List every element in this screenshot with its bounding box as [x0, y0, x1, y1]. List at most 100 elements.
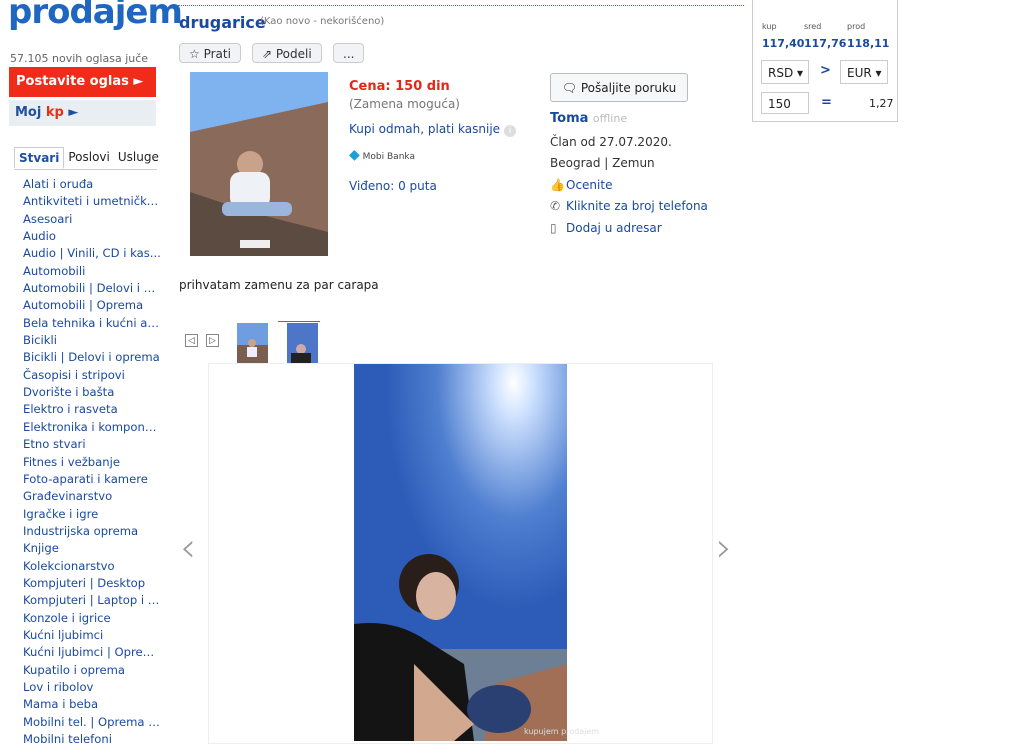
my-kp-logo: kp — [45, 105, 64, 120]
gallery-thumbnail[interactable] — [237, 323, 268, 363]
photo-watermark: kupujem prodajem — [524, 727, 600, 736]
category-item[interactable]: Kolekcionarstvo — [23, 558, 161, 575]
category-item[interactable]: Mama i beba — [23, 696, 161, 713]
amount-input[interactable]: 150 — [761, 92, 809, 114]
thumb-next-button[interactable]: ▷ — [206, 334, 219, 347]
category-item[interactable]: Kućni ljubimci | Oprema — [23, 644, 161, 661]
follow-button[interactable]: ☆ Prati — [179, 43, 241, 63]
category-item[interactable]: Fitnes i vežbanje — [23, 454, 161, 471]
mobi-banka-label: Mobi Banka — [362, 152, 415, 162]
category-list: Alati i oruđa Antikviteti i umetnička...… — [23, 176, 161, 748]
category-item[interactable]: Automobili — [23, 263, 161, 280]
rate-value-sell: 118,11 — [847, 37, 890, 50]
send-message-button[interactable]: 🗨 Pošaljite poruku — [550, 73, 688, 102]
category-item[interactable]: Elektro i rasveta — [23, 401, 161, 418]
gallery-photo[interactable] — [354, 364, 567, 741]
rate-value-mid: 117,76 — [804, 37, 847, 50]
category-item[interactable]: Lov i ribolov — [23, 679, 161, 696]
converted-result: 1,27 — [869, 97, 894, 110]
category-item[interactable]: Građevinarstvo — [23, 488, 161, 505]
category-tabs: Stvari Poslovi Usluge — [14, 147, 163, 169]
thumb-prev-button[interactable]: ◁ — [185, 334, 198, 347]
star-icon: ☆ — [189, 47, 204, 61]
info-icon[interactable]: i — [504, 125, 517, 137]
rate-label-buy: kup — [762, 22, 777, 31]
seller-name-label: Toma — [550, 111, 589, 126]
tab-usluge[interactable]: Usluge — [114, 147, 163, 169]
category-item[interactable]: Mobilni telefoni — [23, 731, 161, 748]
my-kp-button[interactable]: Moj kp ► — [9, 100, 156, 126]
category-item[interactable]: Mobilni tel. | Oprema i... — [23, 714, 161, 731]
category-item[interactable]: Audio | Vinili, CD i kas... — [23, 245, 161, 262]
category-item[interactable]: Kompjuteri | Laptop i t... — [23, 592, 161, 609]
new-ads-count: 57.105 novih oglasa juče — [10, 52, 149, 65]
category-item[interactable]: Automobili | Delovi i a... — [23, 280, 161, 297]
bookmark-icon: ▯ — [550, 221, 557, 235]
rate-seller-label: Ocenite — [566, 178, 613, 192]
category-item[interactable]: Kućni ljubimci — [23, 627, 161, 644]
phone-label: Kliknite za broj telefona — [566, 199, 708, 213]
tab-stvari[interactable]: Stvari — [14, 147, 65, 169]
seller-status: offline — [592, 112, 628, 125]
exchange-possible: (Zamena moguća) — [349, 97, 460, 111]
tabs-divider — [14, 169, 157, 170]
from-currency-select[interactable]: RSD ▾ — [761, 60, 809, 84]
category-item[interactable]: Knjige — [23, 540, 161, 557]
ad-condition: (Kao novo - nekorišćeno) — [260, 16, 385, 27]
gallery-prev-arrow[interactable]: ‹ — [180, 525, 196, 571]
category-item[interactable]: Konzole i igrice — [23, 610, 161, 627]
to-currency-select[interactable]: EUR ▾ — [840, 60, 888, 84]
category-item[interactable]: Alati i oruđa — [23, 176, 161, 193]
share-icon: ⇗ — [262, 47, 276, 61]
category-item[interactable]: Etno stvari — [23, 436, 161, 453]
ad-title: drugarice — [179, 13, 266, 32]
category-item[interactable]: Audio — [23, 228, 161, 245]
add-to-addressbook-link[interactable]: ▯ Dodaj u adresar — [550, 221, 662, 235]
header-divider — [178, 5, 744, 6]
category-item[interactable]: Foto-aparati i kamere — [23, 471, 161, 488]
send-message-label: Pošaljite poruku — [580, 81, 677, 95]
mobi-banka-icon: ◆ — [349, 147, 360, 163]
rate-seller-link[interactable]: 👍Ocenite — [550, 178, 612, 192]
mobi-banka-logo: ◆ Mobi Banka — [349, 147, 415, 163]
category-item[interactable]: Kompjuteri | Desktop — [23, 575, 161, 592]
ad-main-photo[interactable] — [190, 72, 328, 256]
member-since: Član od 27.07.2020. — [550, 135, 672, 149]
rate-label-sell: prod — [847, 22, 866, 31]
category-item[interactable]: Bela tehnika i kućni ap... — [23, 315, 161, 332]
category-item[interactable]: Bicikli | Delovi i oprema — [23, 349, 161, 366]
category-item[interactable]: Bicikli — [23, 332, 161, 349]
gallery-thumbnail-active[interactable] — [287, 323, 318, 363]
view-count: Viđeno: 0 puta — [349, 179, 437, 193]
post-ad-button[interactable]: Postavite oglas ► — [9, 67, 156, 97]
phone-link[interactable]: ✆ Kliknite za broj telefona — [550, 199, 708, 213]
rate-label-mid: sred — [804, 22, 822, 31]
active-thumb-indicator — [278, 321, 320, 322]
more-button[interactable]: ... — [333, 43, 365, 63]
seller-name[interactable]: Toma offline — [550, 111, 627, 126]
category-item[interactable]: Industrijska oprema — [23, 523, 161, 540]
seller-location: Beograd | Zemun — [550, 156, 655, 170]
share-label: Podeli — [275, 47, 312, 61]
category-item[interactable]: Igračke i igre — [23, 506, 161, 523]
category-item[interactable]: Asesoari — [23, 211, 161, 228]
rate-value-buy: 117,40 — [762, 37, 805, 50]
category-item[interactable]: Časopisi i stripovi — [23, 367, 161, 384]
buy-now-link[interactable]: Kupi odmah, plati kasnije i — [349, 122, 517, 137]
category-item[interactable]: Automobili | Oprema — [23, 297, 161, 314]
category-item[interactable]: Kupatilo i oprema — [23, 662, 161, 679]
category-item[interactable]: Elektronika i kompone... — [23, 419, 161, 436]
ad-description: prihvatam zamenu za par carapa — [179, 278, 379, 292]
category-item[interactable]: Antikviteti i umetnička... — [23, 193, 161, 210]
addressbook-label: Dodaj u adresar — [566, 221, 662, 235]
category-item[interactable]: Dvorište i bašta — [23, 384, 161, 401]
site-logo[interactable]: prodajem — [8, 0, 183, 32]
share-button[interactable]: ⇗ Podeli — [252, 43, 322, 63]
gallery-next-arrow[interactable]: › — [716, 525, 732, 571]
equals-sign: = — [821, 95, 832, 110]
phone-icon: ✆ — [550, 199, 561, 213]
my-kp-arrow: ► — [63, 105, 79, 120]
chat-icon: 🗨 — [561, 81, 581, 95]
tab-poslovi[interactable]: Poslovi — [64, 147, 114, 169]
swap-arrow[interactable]: > — [820, 63, 831, 78]
